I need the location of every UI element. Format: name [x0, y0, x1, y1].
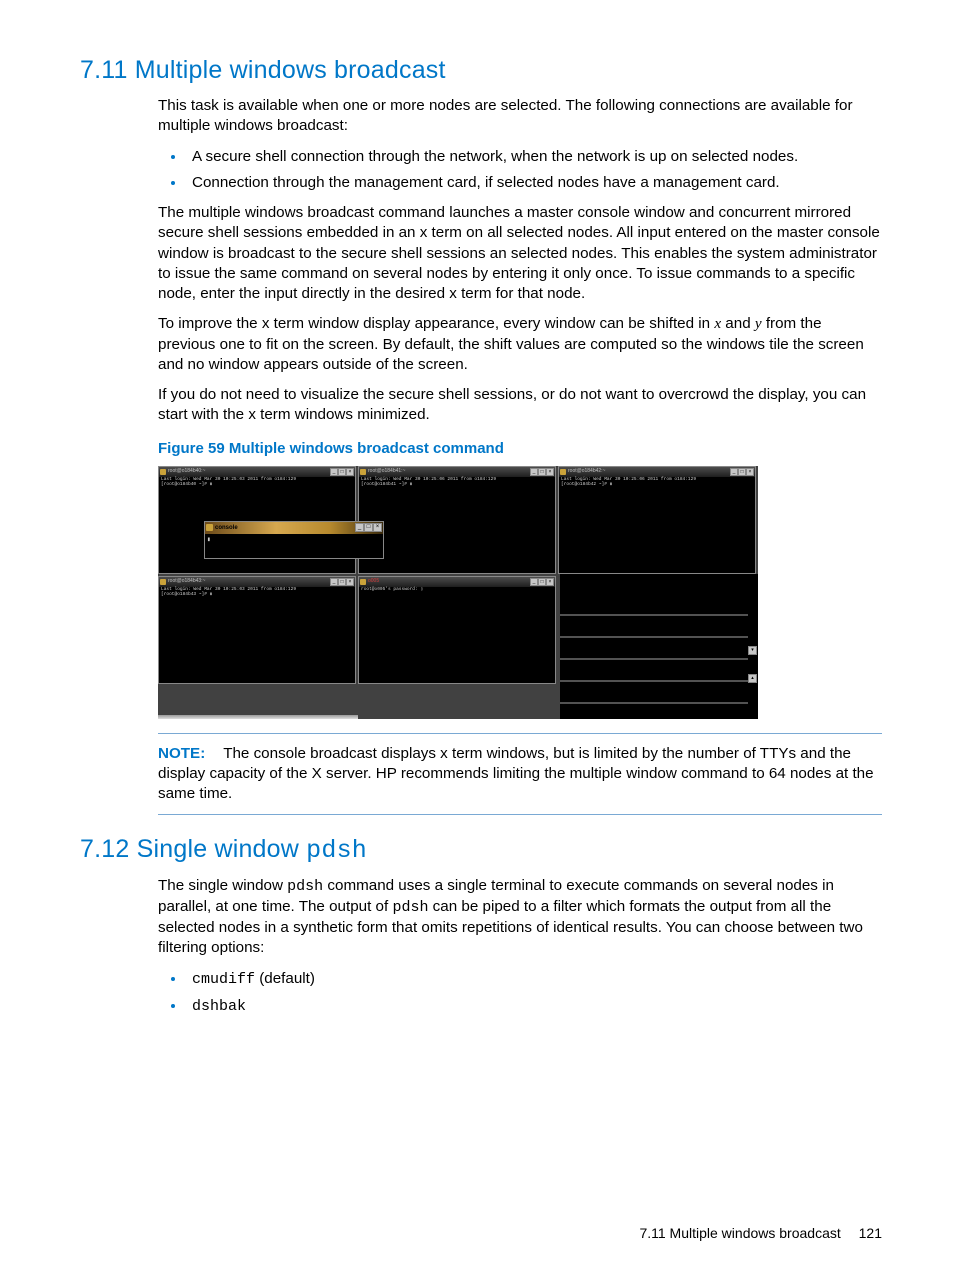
minimize-icon: _: [530, 578, 538, 586]
minimize-icon: _: [330, 578, 338, 586]
window-title: console: [213, 524, 355, 532]
window-titlebar: o005 _□×: [359, 577, 555, 587]
figure-59: root@o184b40:~ _□× Last login: Wed Mar 3…: [158, 466, 758, 719]
maximize-icon: □: [538, 468, 546, 476]
close-icon: ×: [346, 578, 354, 586]
terminal-output: Last login: Wed Mar 30 10:25:03 2011 fro…: [159, 587, 355, 599]
connection-list: A secure shell connection through the ne…: [158, 146, 882, 193]
close-icon: ×: [546, 468, 554, 476]
xterm-window: o005 _□× root@o005's password: ▯: [358, 576, 556, 684]
text: and: [721, 315, 755, 332]
window-titlebar: console _□×: [205, 522, 383, 534]
para-minimized: If you do not need to visualize the secu…: [158, 385, 882, 425]
filter-list: cmudiff (default) dshbak: [158, 968, 882, 1017]
minimize-icon: _: [730, 468, 738, 476]
inline-code: pdsh: [392, 899, 428, 916]
page-number: 121: [859, 1225, 882, 1241]
text: (default): [255, 970, 315, 987]
close-icon: ×: [373, 523, 382, 532]
text: To improve the x term window display app…: [158, 315, 714, 332]
maximize-icon: □: [364, 523, 373, 532]
heading-mono: pdsh: [306, 836, 367, 865]
note-block: NOTE: The console broadcast displays x t…: [158, 733, 882, 816]
window-titlebar: root@o184b42:~ _□×: [559, 467, 755, 477]
close-icon: ×: [346, 468, 354, 476]
page-footer: 7.11 Multiple windows broadcast 121: [639, 1224, 882, 1243]
xterm-window: root@o184b41:~ _□× Last login: Wed Mar 3…: [358, 466, 556, 574]
maximize-icon: □: [338, 578, 346, 586]
close-icon: ×: [546, 578, 554, 586]
window-titlebar: root@o184b40:~ _□×: [159, 467, 355, 477]
window-buttons: _□×: [330, 468, 354, 476]
terminal-output: Last login: Wed Mar 30 10:25:06 2011 fro…: [559, 477, 755, 489]
para-availability: This task is available when one or more …: [158, 96, 882, 136]
scroll-down-icon: ▾: [748, 646, 757, 655]
window-title: o005: [366, 578, 530, 585]
inline-code: cmudiff: [192, 971, 255, 988]
minimize-icon: _: [330, 468, 338, 476]
window-titlebar: root@o184b41:~ _□×: [359, 467, 555, 477]
console-output: ▮: [205, 534, 383, 558]
inline-code: pdsh: [287, 878, 323, 895]
list-item: cmudiff (default): [186, 968, 882, 990]
maximize-icon: □: [738, 468, 746, 476]
window-buttons: _□×: [530, 578, 554, 586]
para-broadcast-desc: The multiple windows broadcast command l…: [158, 203, 882, 304]
maximize-icon: □: [538, 578, 546, 586]
section-heading-711: 7.11 Multiple windows broadcast: [80, 54, 882, 88]
taskbar-fragment: [158, 715, 358, 719]
window-titlebar: root@o184b43:~ _□×: [159, 577, 355, 587]
list-item: A secure shell connection through the ne…: [186, 146, 882, 168]
section-heading-712: 7.12 Single window pdsh: [80, 833, 882, 868]
minimize-icon: _: [355, 523, 364, 532]
scroll-up-icon: ▴: [748, 674, 757, 683]
terminal-output: Last login: Wed Mar 30 10:25:06 2011 fro…: [359, 477, 555, 489]
list-item: Connection through the management card, …: [186, 172, 882, 194]
para-pdsh-desc: The single window pdsh command uses a si…: [158, 876, 882, 958]
list-item: dshbak: [186, 995, 882, 1017]
minimize-icon: _: [530, 468, 538, 476]
window-icon: [206, 524, 213, 531]
xterm-window: root@o184b43:~ _□× Last login: Wed Mar 3…: [158, 576, 356, 684]
window-title: root@o184b41:~: [366, 468, 530, 475]
close-icon: ×: [746, 468, 754, 476]
window-buttons: _□×: [355, 523, 382, 532]
window-title: root@o184b42:~: [566, 468, 730, 475]
window-title: root@o184b40:~: [166, 468, 330, 475]
window-buttons: _□×: [330, 578, 354, 586]
inline-code: dshbak: [192, 998, 246, 1015]
window-buttons: _□×: [530, 468, 554, 476]
heading-text: 7.12 Single window: [80, 835, 306, 863]
para-shift: To improve the x term window display app…: [158, 314, 882, 375]
xterm-window: root@o184b42:~ _□× Last login: Wed Mar 3…: [558, 466, 756, 574]
note-label: NOTE:: [158, 745, 205, 762]
figure-caption: Figure 59 Multiple windows broadcast com…: [158, 439, 882, 459]
desktop-area: ▾ ▴: [560, 574, 758, 719]
master-console-window: console _□× ▮: [204, 521, 384, 559]
terminal-output: Last login: Wed Mar 30 10:25:03 2011 fro…: [159, 477, 355, 489]
var-y: y: [755, 315, 762, 332]
text: The single window: [158, 877, 287, 894]
maximize-icon: □: [338, 468, 346, 476]
note-text: The console broadcast displays x term wi…: [158, 745, 874, 802]
terminal-output: root@o005's password: ▯: [359, 587, 555, 594]
window-buttons: _□×: [730, 468, 754, 476]
footer-section: 7.11 Multiple windows broadcast: [639, 1225, 840, 1241]
window-title: root@o184b43:~: [166, 578, 330, 585]
